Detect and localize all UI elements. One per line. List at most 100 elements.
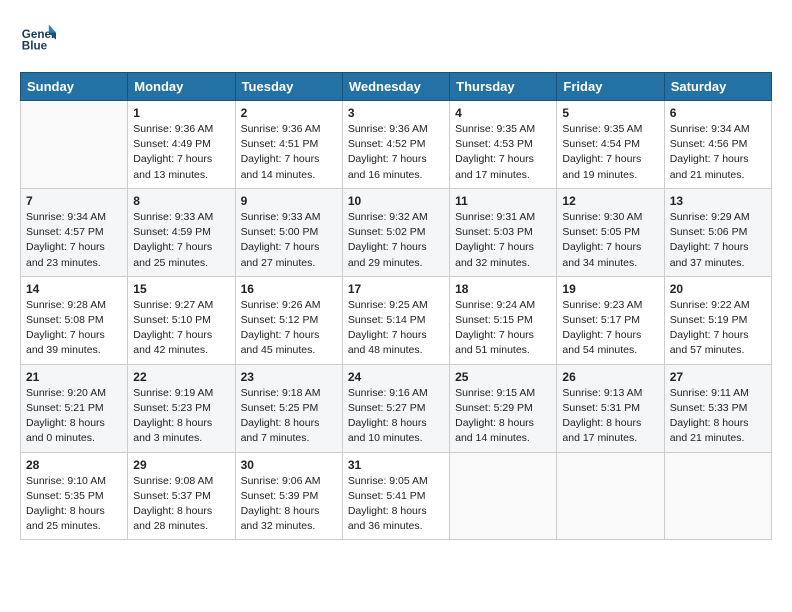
daylight-text: Daylight: 7 hours and 51 minutes. [455,329,534,356]
calendar-cell: 31Sunrise: 9:05 AMSunset: 5:41 PMDayligh… [342,452,449,540]
sunrise-text: Sunrise: 9:32 AM [348,211,428,223]
cell-info: Sunrise: 9:30 AMSunset: 5:05 PMDaylight:… [562,210,658,271]
daylight-text: Daylight: 8 hours and 25 minutes. [26,505,105,532]
sunrise-text: Sunrise: 9:29 AM [670,211,750,223]
sunset-text: Sunset: 4:51 PM [241,138,319,150]
daylight-text: Daylight: 7 hours and 54 minutes. [562,329,641,356]
day-number: 29 [133,458,229,472]
cell-info: Sunrise: 9:29 AMSunset: 5:06 PMDaylight:… [670,210,766,271]
day-number: 4 [455,106,551,120]
calendar-cell: 10 Sunrise: 9:32 AMSunset: 5:02 PMDayligh… [342,188,449,276]
cell-info: Sunrise: 9:16 AMSunset: 5:27 PMDaylight:… [348,386,444,447]
calendar-cell: 26Sunrise: 9:13 AMSunset: 5:31 PMDayligh… [557,364,664,452]
week-row-4: 21Sunrise: 9:20 AMSunset: 5:21 PMDayligh… [21,364,772,452]
daylight-text: Daylight: 7 hours and 37 minutes. [670,241,749,268]
day-number: 7 [26,194,122,208]
cell-info: Sunrise: 9:24 AMSunset: 5:15 PMDaylight:… [455,298,551,359]
daylight-text: Daylight: 8 hours and 10 minutes. [348,417,427,444]
page-header: General Blue [20,20,772,56]
sunset-text: Sunset: 5:03 PM [455,226,533,238]
calendar-cell [450,452,557,540]
daylight-text: Daylight: 7 hours and 25 minutes. [133,241,212,268]
day-number: 20 [670,282,766,296]
calendar-cell: 30Sunrise: 9:06 AMSunset: 5:39 PMDayligh… [235,452,342,540]
sunset-text: Sunset: 5:25 PM [241,402,319,414]
sunset-text: Sunset: 5:10 PM [133,314,211,326]
sunrise-text: Sunrise: 9:34 AM [26,211,106,223]
daylight-text: Daylight: 7 hours and 23 minutes. [26,241,105,268]
day-number: 11 [455,194,551,208]
week-row-3: 14Sunrise: 9:28 AMSunset: 5:08 PMDayligh… [21,276,772,364]
calendar-cell: 18 Sunrise: 9:24 AMSunset: 5:15 PMDayligh… [450,276,557,364]
sunset-text: Sunset: 4:59 PM [133,226,211,238]
day-number: 12 [562,194,658,208]
logo: General Blue [20,20,56,56]
week-row-1: 1Sunrise: 9:36 AMSunset: 4:49 PMDaylight… [21,101,772,189]
calendar-cell: 2Sunrise: 9:36 AMSunset: 4:51 PMDaylight… [235,101,342,189]
daylight-text: Daylight: 7 hours and 17 minutes. [455,153,534,180]
day-number: 13 [670,194,766,208]
daylight-text: Daylight: 7 hours and 29 minutes. [348,241,427,268]
sunrise-text: Sunrise: 9:08 AM [133,475,213,487]
daylight-text: Daylight: 7 hours and 32 minutes. [455,241,534,268]
calendar-cell: 23Sunrise: 9:18 AMSunset: 5:25 PMDayligh… [235,364,342,452]
calendar-cell: 19Sunrise: 9:23 AMSunset: 5:17 PMDayligh… [557,276,664,364]
day-number: 5 [562,106,658,120]
cell-info: Sunrise: 9:13 AMSunset: 5:31 PMDaylight:… [562,386,658,447]
cell-info: Sunrise: 9:36 AM Sunset: 4:52 PM Daylight:… [348,122,444,183]
day-number: 23 [241,370,337,384]
sunrise-text: Sunrise: 9:18 AM [241,387,321,399]
daylight-text: Daylight: 7 hours and 34 minutes. [562,241,641,268]
day-number: 14 [26,282,122,296]
sunset-text: Sunset: 5:12 PM [241,314,319,326]
cell-info: Sunrise: 9:18 AMSunset: 5:25 PMDaylight:… [241,386,337,447]
sunset-text: Sunset: 5:05 PM [562,226,640,238]
logo-icon: General Blue [20,20,56,56]
week-row-5: 28 Sunrise: 9:10 AMSunset: 5:35 PMDayligh… [21,452,772,540]
daylight-text: Daylight: 7 hours and 45 minutes. [241,329,320,356]
calendar-cell: 13 Sunrise: 9:29 AMSunset: 5:06 PMDayligh… [664,188,771,276]
svg-text:Blue: Blue [22,40,48,53]
daylight-text: Daylight: 8 hours and 14 minutes. [455,417,534,444]
calendar-cell [557,452,664,540]
sunset-text: Sunset: 4:57 PM [26,226,104,238]
cell-info: Sunrise: 9:25 AM Sunset: 5:14 PM Daylight:… [348,298,444,359]
weekday-header-row: SundayMondayTuesdayWednesdayThursdayFrid… [21,73,772,101]
cell-info: Sunrise: 9:26 AMSunset: 5:12 PMDaylight:… [241,298,337,359]
sunrise-text: Sunrise: 9:25 AM [348,299,428,311]
calendar-cell [21,101,128,189]
sunset-text: Sunset: 5:14 PM [348,314,426,326]
weekday-header-tuesday: Tuesday [235,73,342,101]
daylight-text: Daylight: 7 hours and 57 minutes. [670,329,749,356]
daylight-text: Daylight: 7 hours and 16 minutes. [348,153,427,180]
day-number: 28 [26,458,122,472]
cell-info: Sunrise: 9:32 AMSunset: 5:02 PMDaylight:… [348,210,444,271]
sunset-text: Sunset: 4:54 PM [562,138,640,150]
sunrise-text: Sunrise: 9:36 AM [133,123,213,135]
calendar-cell [664,452,771,540]
day-number: 25 [455,370,551,384]
sunrise-text: Sunrise: 9:36 AM [241,123,321,135]
calendar-cell: 22Sunrise: 9:19 AMSunset: 5:23 PMDayligh… [128,364,235,452]
sunrise-text: Sunrise: 9:35 AM [455,123,535,135]
weekday-header-friday: Friday [557,73,664,101]
weekday-header-sunday: Sunday [21,73,128,101]
calendar-cell: 16Sunrise: 9:26 AMSunset: 5:12 PMDayligh… [235,276,342,364]
day-number: 19 [562,282,658,296]
cell-info: Sunrise: 9:33 AMSunset: 4:59 PMDaylight:… [133,210,229,271]
sunset-text: Sunset: 5:31 PM [562,402,640,414]
cell-info: Sunrise: 9:15 AMSunset: 5:29 PMDaylight:… [455,386,551,447]
day-number: 10 [348,194,444,208]
sunset-text: Sunset: 5:29 PM [455,402,533,414]
cell-info: Sunrise: 9:10 AMSunset: 5:35 PMDaylight:… [26,474,122,535]
cell-info: Sunrise: 9:34 AM Sunset: 4:57 PM Daylight:… [26,210,122,271]
sunset-text: Sunset: 4:56 PM [670,138,748,150]
sunrise-text: Sunrise: 9:36 AM [348,123,428,135]
calendar-cell: 25 Sunrise: 9:15 AMSunset: 5:29 PMDayligh… [450,364,557,452]
daylight-text: Daylight: 7 hours and 13 minutes. [133,153,212,180]
daylight-text: Daylight: 7 hours and 48 minutes. [348,329,427,356]
day-number: 18 [455,282,551,296]
sunset-text: Sunset: 4:52 PM [348,138,426,150]
sunrise-text: Sunrise: 9:05 AM [348,475,428,487]
sunrise-text: Sunrise: 9:23 AM [562,299,642,311]
